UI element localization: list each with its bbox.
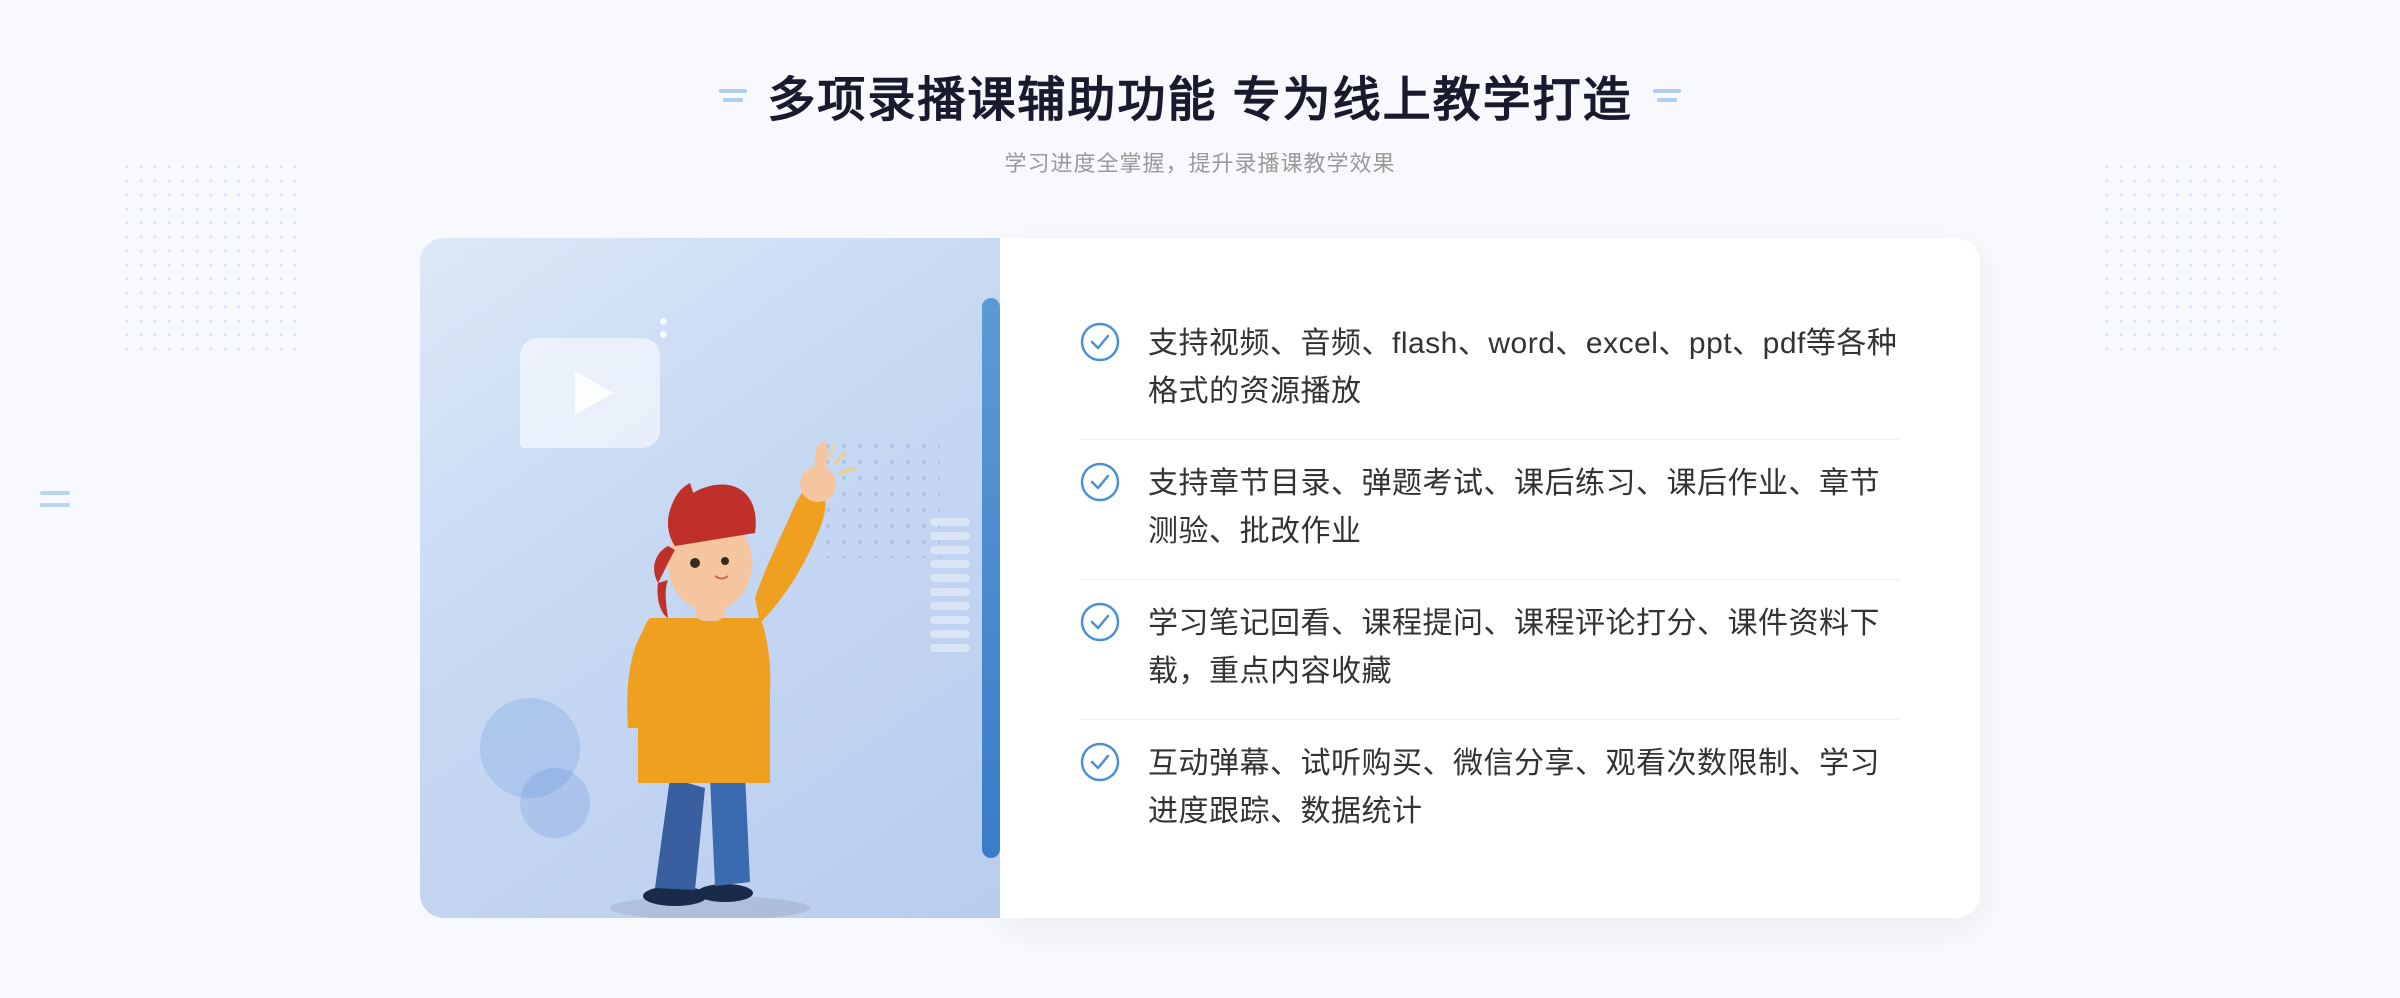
left-panel (420, 238, 1000, 918)
page-container: 多项录播课辅助功能 专为线上教学打造 学习进度全掌握，提升录播课教学效果 (0, 0, 2400, 998)
right-panel: 支持视频、音频、flash、word、excel、ppt、pdf等各种格式的资源… (1000, 238, 1980, 918)
deco-stripes (930, 518, 970, 678)
feature-text-3: 学习笔记回看、课程提问、课程评论打分、课件资料下载，重点内容收藏 (1148, 600, 1900, 696)
title-row: 多项录播课辅助功能 专为线上教学打造 (719, 60, 1680, 130)
main-title: 多项录播课辅助功能 专为线上教学打造 (767, 60, 1632, 130)
feature-text-1: 支持视频、音频、flash、word、excel、ppt、pdf等各种格式的资源… (1148, 320, 1900, 416)
header-section: 多项录播课辅助功能 专为线上教学打造 学习进度全掌握，提升录播课教学效果 (719, 60, 1680, 178)
person-illustration (550, 398, 870, 918)
subtitle: 学习进度全掌握，提升录播课教学效果 (719, 146, 1680, 178)
check-icon-2 (1080, 462, 1120, 502)
feature-item-3: 学习笔记回看、课程提问、课程评论打分、课件资料下载，重点内容收藏 (1080, 579, 1900, 716)
check-icon-4 (1080, 742, 1120, 782)
bg-dots-right (2100, 160, 2280, 360)
check-icon-3 (1080, 602, 1120, 642)
feature-item-1: 支持视频、音频、flash、word、excel、ppt、pdf等各种格式的资源… (1080, 300, 1900, 436)
content-area: 支持视频、音频、flash、word、excel、ppt、pdf等各种格式的资源… (420, 238, 1980, 918)
blue-bar (982, 298, 1000, 858)
title-decoration-right (1653, 89, 1681, 102)
feature-item-4: 互动弹幕、试听购买、微信分享、观看次数限制、学习进度跟踪、数据统计 (1080, 719, 1900, 856)
title-decoration-left (719, 89, 747, 102)
feature-item-2: 支持章节目录、弹题考试、课后练习、课后作业、章节测验、批改作业 (1080, 439, 1900, 576)
feature-text-4: 互动弹幕、试听购买、微信分享、观看次数限制、学习进度跟踪、数据统计 (1148, 740, 1900, 836)
check-icon-1 (1080, 322, 1120, 362)
sparkle-dots (660, 318, 667, 338)
feature-text-2: 支持章节目录、弹题考试、课后练习、课后作业、章节测验、批改作业 (1148, 460, 1900, 556)
bg-dots-left (120, 160, 300, 360)
left-arrow-decoration (40, 491, 70, 507)
